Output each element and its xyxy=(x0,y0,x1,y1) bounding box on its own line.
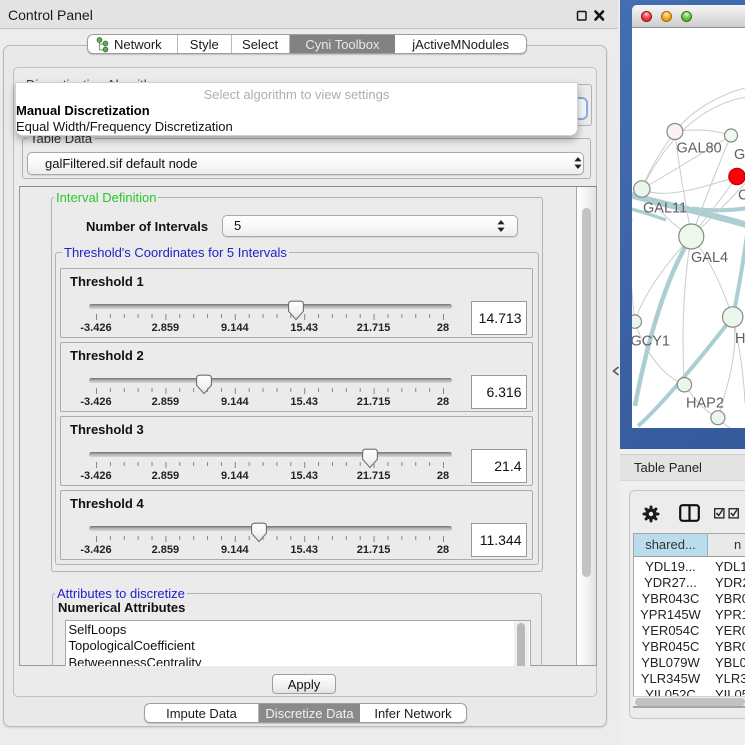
svg-text:GA: GA xyxy=(734,147,745,163)
svg-text:GAL11: GAL11 xyxy=(643,201,687,217)
svg-text:C: C xyxy=(738,188,745,204)
svg-text:GAL4: GAL4 xyxy=(691,250,728,266)
svg-text:GCY1: GCY1 xyxy=(632,334,670,350)
svg-text:HAP2: HAP2 xyxy=(686,396,724,412)
svg-text:H: H xyxy=(735,331,745,347)
svg-text:GAL80: GAL80 xyxy=(677,141,722,157)
